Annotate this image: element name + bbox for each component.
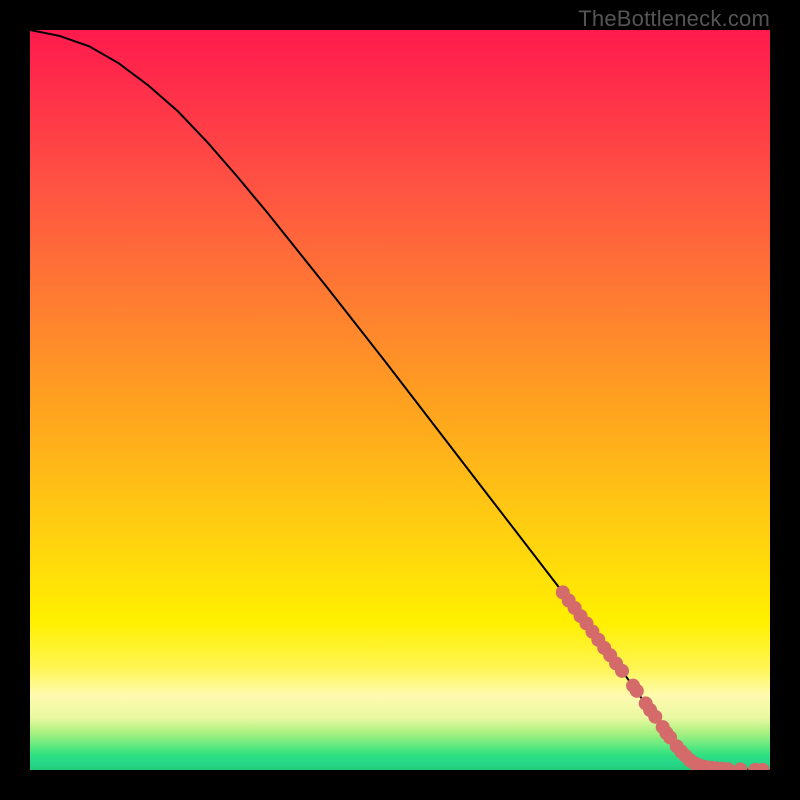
chart-marker [733, 763, 747, 770]
chart-curve [30, 30, 770, 770]
chart-marker [615, 664, 629, 678]
watermark-text: TheBottleneck.com [578, 6, 770, 32]
chart-marker [630, 684, 644, 698]
plot-area [30, 30, 770, 770]
chart-markers [556, 585, 770, 770]
chart-overlay-svg [30, 30, 770, 770]
chart-stage: TheBottleneck.com [0, 0, 800, 800]
